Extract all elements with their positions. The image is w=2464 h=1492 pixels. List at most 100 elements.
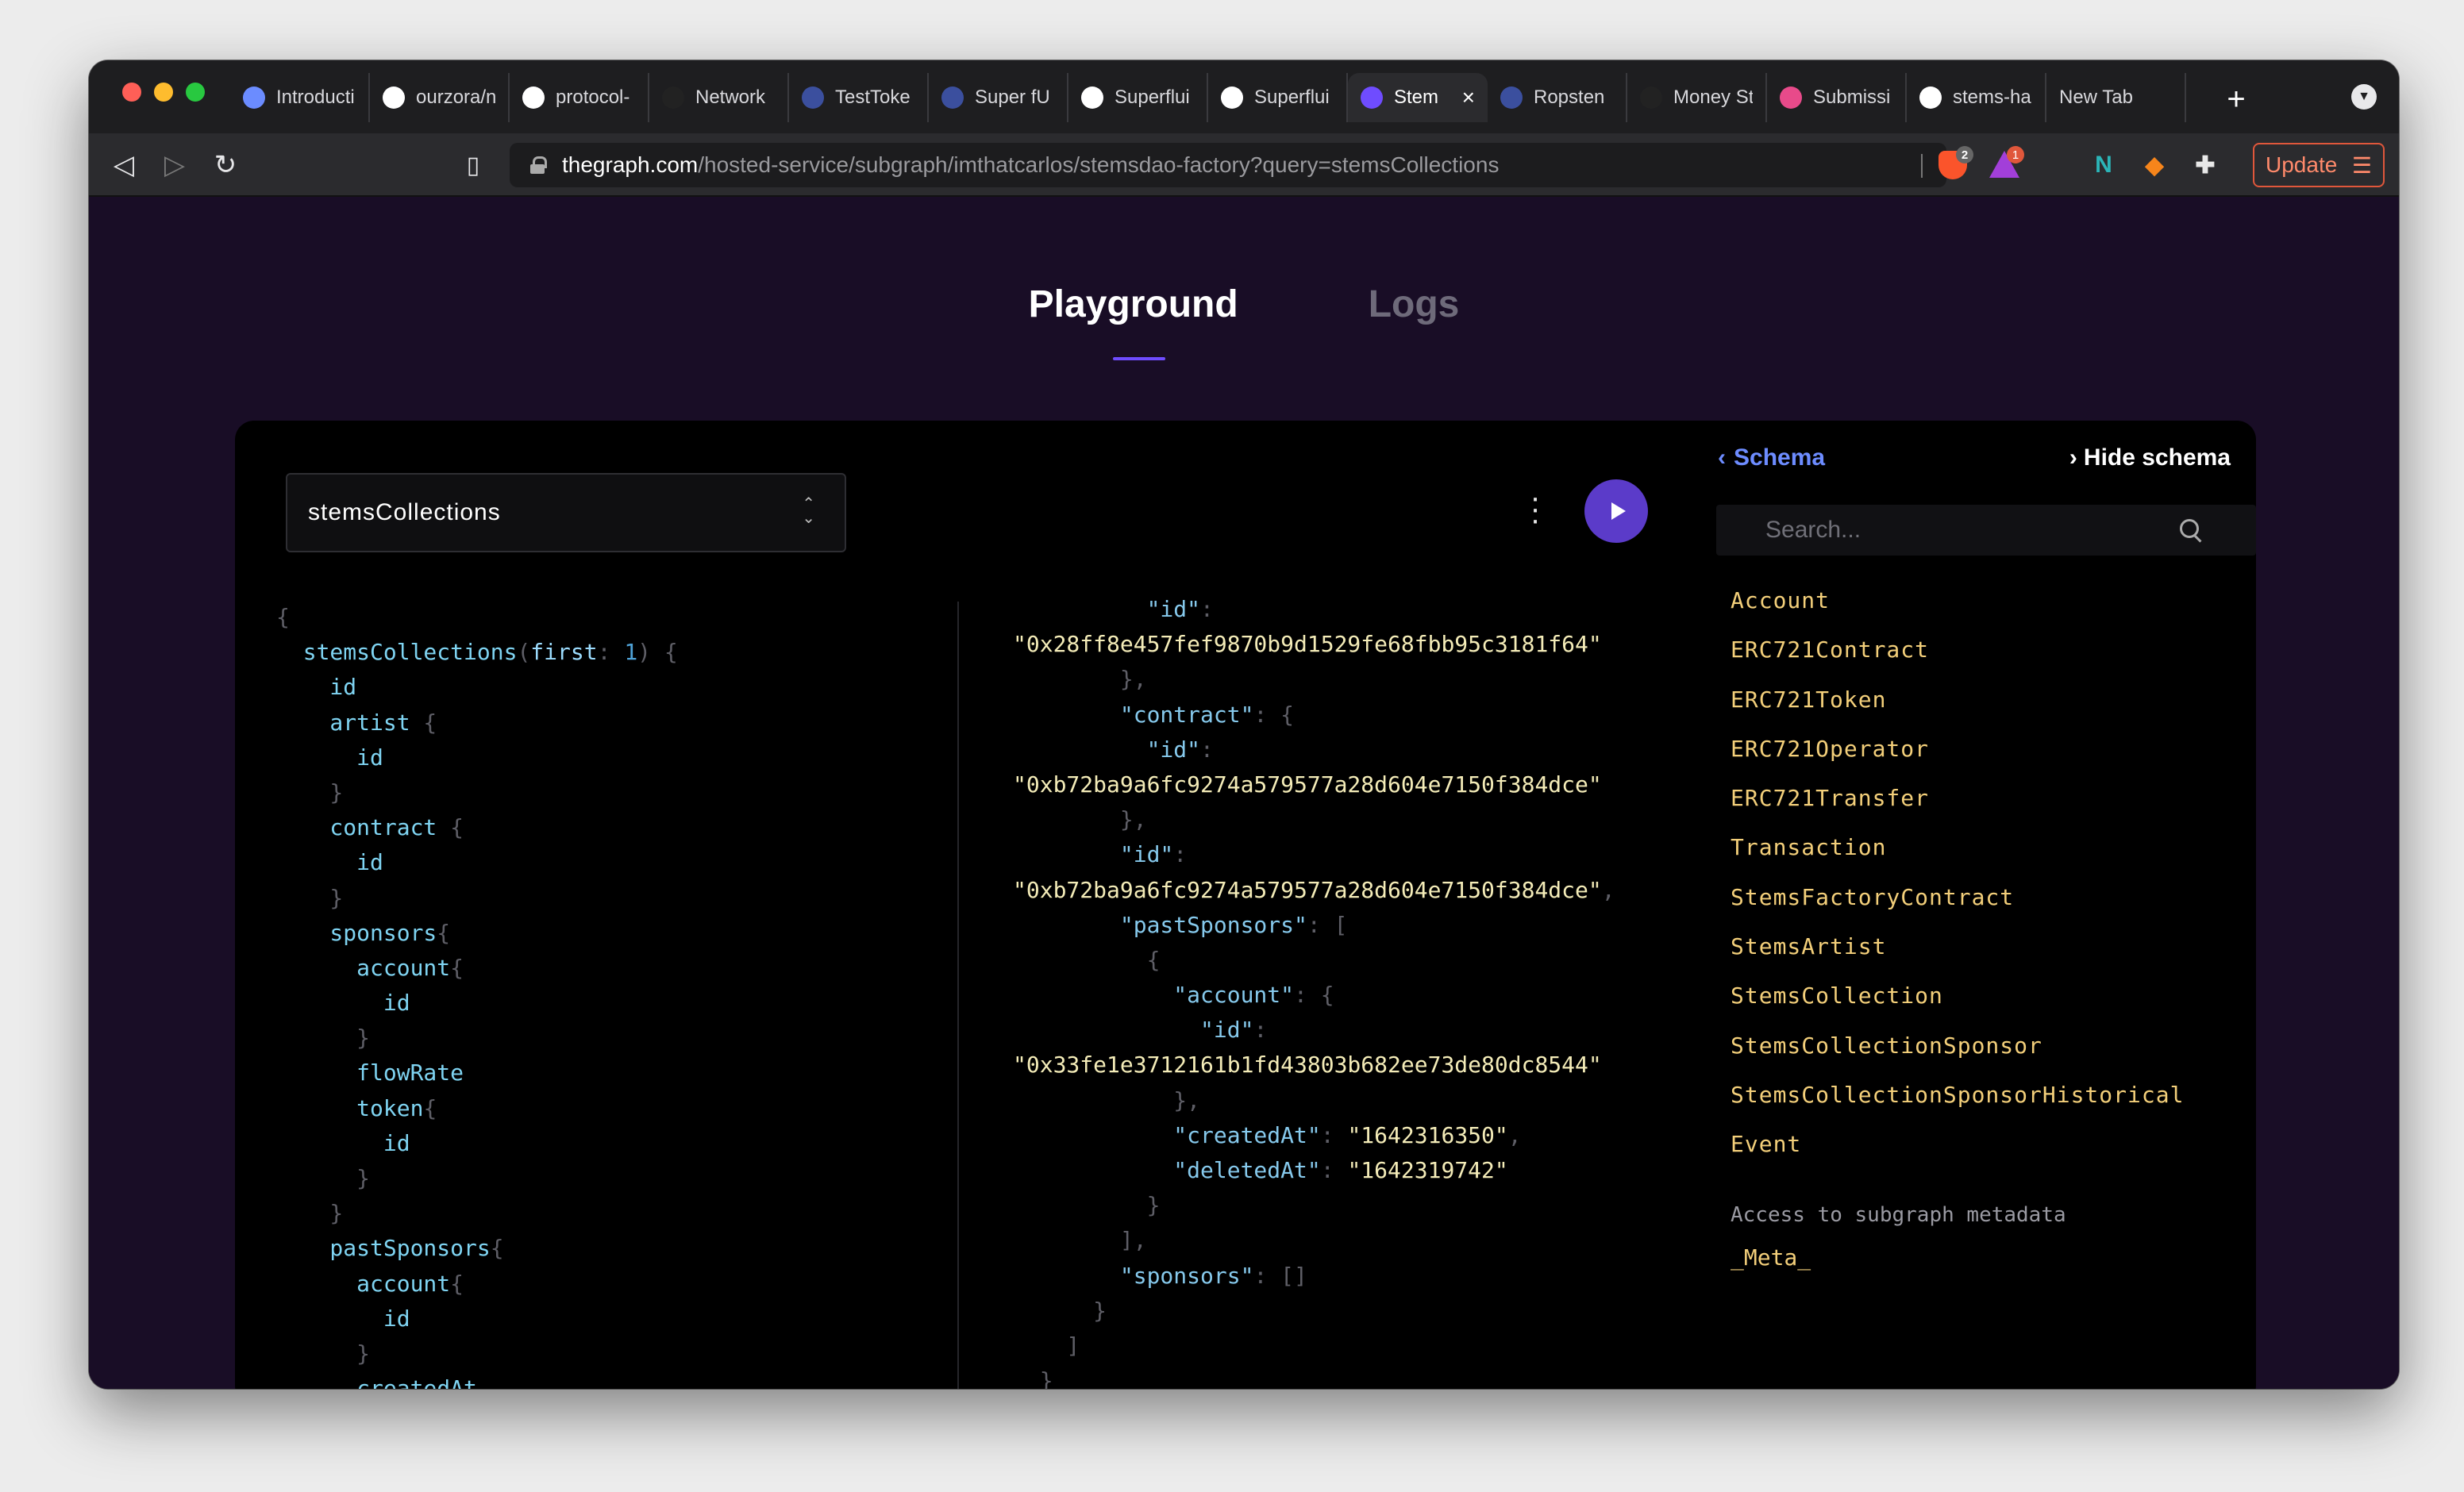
result-line: "createdAt": "1642316350", bbox=[1013, 1118, 1615, 1153]
browser-tab-label: Submissi bbox=[1813, 87, 1891, 108]
hide-schema-button[interactable]: › Hide schema bbox=[2069, 444, 2231, 471]
tab-logs[interactable]: Logs bbox=[1369, 283, 1460, 326]
schema-type-link[interactable]: StemsCollection bbox=[1731, 982, 2184, 1032]
browser-tab[interactable]: Network bbox=[649, 73, 789, 122]
query-line: id bbox=[276, 986, 678, 1021]
browser-window: Introducti ourzora/n protocol- Network TestT… bbox=[89, 60, 2399, 1389]
result-line: }, bbox=[1013, 1083, 1615, 1118]
result-line: "id": bbox=[1013, 837, 1615, 872]
address-bar[interactable]: thegraph.com/hosted-service/subgraph/imt… bbox=[510, 143, 2024, 187]
browser-tab[interactable]: New Tab bbox=[2046, 73, 2186, 122]
tab-strip: Introducti ourzora/n protocol- Network TestT… bbox=[89, 60, 2399, 133]
code-token: }, bbox=[1013, 666, 1147, 693]
code-token: } bbox=[276, 779, 344, 806]
query-editor[interactable]: { stemsCollections(first: 1) { id artist… bbox=[276, 600, 678, 1389]
browser-tab[interactable]: Money St bbox=[1627, 73, 1767, 122]
browser-tab[interactable]: Super fU bbox=[929, 73, 1068, 122]
meta-type-link[interactable]: _Meta_ bbox=[1731, 1244, 1811, 1271]
schema-type-link[interactable]: StemsCollectionSponsor bbox=[1731, 1032, 2184, 1082]
forward-icon[interactable]: ▷ bbox=[157, 148, 192, 183]
code-token: : bbox=[1320, 1157, 1348, 1183]
code-token: contract bbox=[276, 814, 437, 841]
browser-tab[interactable]: Superflui bbox=[1208, 73, 1348, 122]
schema-type-link[interactable]: Event bbox=[1731, 1131, 2184, 1180]
new-tab-button[interactable]: + bbox=[2216, 79, 2256, 119]
schema-type-link[interactable]: StemsArtist bbox=[1731, 933, 2184, 982]
schema-search-input[interactable]: Search... bbox=[1716, 505, 2256, 556]
schema-type-link[interactable]: ERC721Operator bbox=[1731, 736, 2184, 785]
code-token: "sponsors" bbox=[1013, 1262, 1254, 1289]
back-icon[interactable]: ◁ bbox=[106, 148, 141, 183]
code-token: { bbox=[423, 1094, 437, 1121]
code-token: first bbox=[530, 639, 598, 666]
tab-search-icon[interactable]: ▼ bbox=[2351, 84, 2377, 110]
schema-type-link[interactable]: Transaction bbox=[1731, 834, 2184, 883]
result-line: "contract": { bbox=[1013, 698, 1615, 733]
browser-tab-label: Stem bbox=[1394, 87, 1439, 108]
result-line: }, bbox=[1013, 802, 1615, 837]
query-line: id bbox=[276, 1126, 678, 1161]
code-token: "0x33fe1e3712161b1fd43803b682ee73de80dc8… bbox=[1013, 1052, 1602, 1079]
schema-type-list: Account ERC721Contract ERC721Token ERC721Op… bbox=[1731, 587, 2184, 1181]
result-line: } bbox=[1013, 1294, 1615, 1329]
meta-description: Access to subgraph metadata bbox=[1731, 1203, 2066, 1227]
update-button[interactable]: Update ☰ bbox=[2253, 143, 2385, 187]
code-token: "id" bbox=[1013, 841, 1174, 868]
url-path: /hosted-service/subgraph/imthatcarlos/st… bbox=[698, 152, 1500, 177]
browser-tab[interactable]: Submissi bbox=[1767, 73, 1907, 122]
code-token: "1642319742" bbox=[1347, 1157, 1508, 1183]
brave-shield-icon[interactable]: 2 bbox=[1938, 146, 1973, 179]
code-token: { bbox=[450, 1270, 464, 1297]
browser-tab[interactable]: TestToke bbox=[789, 73, 929, 122]
url-text[interactable]: thegraph.com/hosted-service/subgraph/imt… bbox=[562, 152, 1499, 178]
browser-tab[interactable]: stems-ha bbox=[1907, 73, 2046, 122]
code-token: "account" bbox=[1013, 982, 1295, 1009]
code-token: "deletedAt" bbox=[1013, 1157, 1321, 1183]
schema-type-link[interactable]: ERC721Token bbox=[1731, 686, 2184, 736]
schema-back-button[interactable]: ‹ Schema bbox=[1718, 444, 1825, 471]
schema-type-link[interactable]: ERC721Transfer bbox=[1731, 785, 2184, 834]
schema-type-link[interactable]: StemsCollectionSponsorHistorical bbox=[1731, 1082, 2184, 1131]
superfluid-icon bbox=[941, 87, 964, 109]
tab-playground[interactable]: Playground bbox=[1029, 283, 1238, 360]
query-line: } bbox=[276, 775, 678, 810]
schema-type-link[interactable]: StemsFactoryContract bbox=[1731, 884, 2184, 933]
more-options-icon[interactable]: · · · bbox=[1527, 482, 1543, 536]
browser-tab[interactable]: Stem × bbox=[1348, 73, 1488, 122]
query-line: id bbox=[276, 1302, 678, 1336]
browser-tab[interactable]: ourzora/n bbox=[370, 73, 510, 122]
query-line: flowRate bbox=[276, 1056, 678, 1090]
maximize-window-button[interactable] bbox=[186, 83, 205, 102]
result-line: "id": bbox=[1013, 1013, 1615, 1048]
github-icon bbox=[522, 87, 545, 109]
extensions-puzzle-icon[interactable]: ✚ bbox=[2189, 149, 2221, 181]
browser-tab[interactable]: protocol- bbox=[510, 73, 649, 122]
editor-divider[interactable] bbox=[957, 602, 959, 1389]
query-line: id bbox=[276, 740, 678, 775]
browser-tab[interactable]: Superflui bbox=[1068, 73, 1208, 122]
code-token: : bbox=[1200, 596, 1214, 622]
query-select[interactable]: stemsCollections ⌃ ⌄ bbox=[286, 473, 846, 552]
code-token: "0x28ff8e457fef9870b9d1529fe68fbb95c3181… bbox=[1013, 631, 1602, 658]
browser-tab[interactable]: Ropsten bbox=[1488, 73, 1627, 122]
minimize-window-button[interactable] bbox=[154, 83, 173, 102]
browser-tab-label: protocol- bbox=[556, 87, 630, 108]
schema-type-link[interactable]: ERC721Contract bbox=[1731, 636, 2184, 686]
run-query-button[interactable] bbox=[1584, 479, 1648, 543]
metamask-icon[interactable]: ◆ bbox=[2139, 149, 2170, 181]
browser-tab[interactable]: Introducti bbox=[230, 73, 370, 122]
code-token: id bbox=[276, 1129, 410, 1156]
query-line: stemsCollections(first: 1) { bbox=[276, 635, 678, 670]
browser-tab-label: stems-ha bbox=[1953, 87, 2031, 108]
extension-n-icon[interactable]: N bbox=[2088, 149, 2119, 181]
browser-tab-label: Ropsten bbox=[1534, 87, 1605, 108]
query-line: sponsors{ bbox=[276, 916, 678, 951]
close-tab-icon[interactable]: × bbox=[1462, 85, 1475, 110]
browser-tab-label: Superflui bbox=[1254, 87, 1330, 108]
reload-icon[interactable]: ↻ bbox=[208, 148, 243, 183]
bookmark-icon[interactable]: ▯ bbox=[456, 148, 491, 183]
schema-type-link[interactable]: Account bbox=[1731, 587, 2184, 636]
close-window-button[interactable] bbox=[122, 83, 141, 102]
brave-rewards-icon[interactable]: 1 bbox=[1989, 146, 2024, 179]
code-token: createdAt bbox=[276, 1375, 477, 1389]
